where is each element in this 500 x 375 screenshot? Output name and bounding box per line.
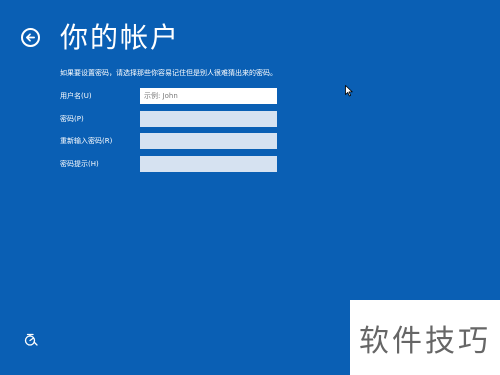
back-button[interactable] xyxy=(21,28,40,47)
username-row: 用户名(U) xyxy=(60,88,280,104)
password-hint-row: 密码提示(H) xyxy=(60,156,280,172)
password-input[interactable] xyxy=(140,111,277,127)
username-label: 用户名(U) xyxy=(60,92,92,100)
mouse-cursor-icon xyxy=(345,85,353,97)
password-confirm-label: 重新输入密码(R) xyxy=(60,137,113,145)
password-confirm-row: 重新输入密码(R) xyxy=(60,133,280,149)
password-label: 密码(P) xyxy=(60,115,84,123)
instruction-text: 如果要设置密码，请选择那些你容易记住但是别人很难猜出来的密码。 xyxy=(60,69,277,77)
password-confirm-input[interactable] xyxy=(140,133,277,149)
back-arrow-icon xyxy=(26,33,35,42)
ease-of-access-icon[interactable] xyxy=(24,333,38,347)
username-input[interactable] xyxy=(140,88,277,104)
password-hint-label: 密码提示(H) xyxy=(60,160,99,168)
page-title: 你的帐户 xyxy=(60,21,181,54)
password-hint-input[interactable] xyxy=(140,156,277,172)
watermark: 软件技巧 xyxy=(350,300,500,375)
password-row: 密码(P) xyxy=(60,111,280,127)
